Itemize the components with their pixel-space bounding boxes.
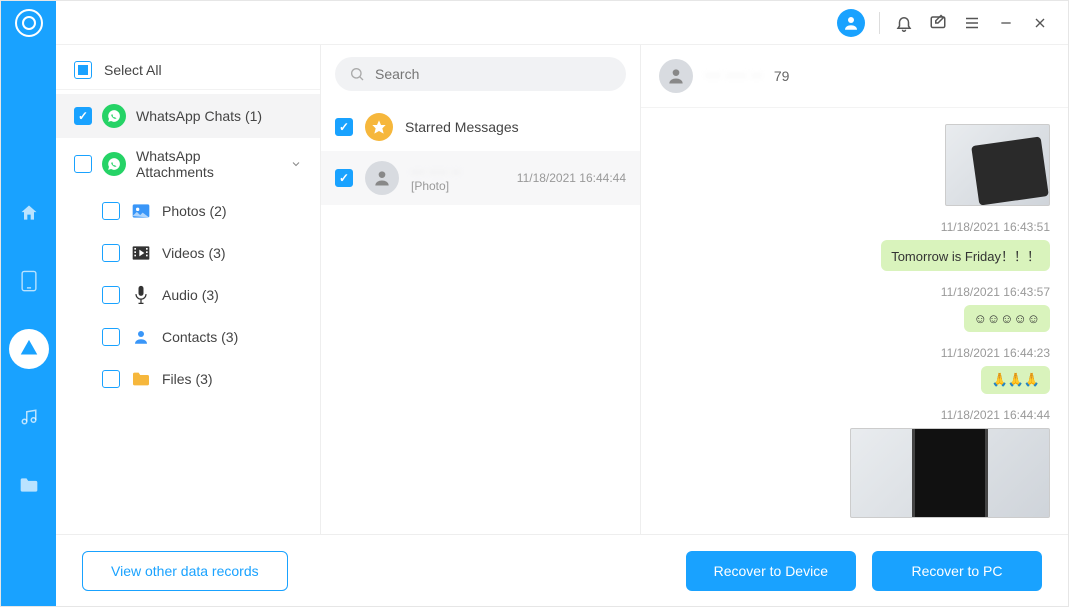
photos-label: Photos (2) <box>162 203 227 219</box>
contacts-checkbox[interactable] <box>102 328 120 346</box>
photos-checkbox[interactable] <box>102 202 120 220</box>
whatsapp-attachments-checkbox[interactable] <box>74 155 92 173</box>
account-icon[interactable] <box>837 9 865 37</box>
starred-checkbox[interactable] <box>335 118 353 136</box>
device-icon[interactable] <box>9 261 49 301</box>
sidebar-item-contacts[interactable]: Contacts (3) <box>56 316 320 358</box>
chat-messages: 11/18/2021 16:43:51 Tomorrow is Friday！！… <box>641 108 1068 534</box>
left-nav-rail <box>1 1 56 606</box>
app-window: Select All WhatsApp Chats (1) <box>0 0 1069 607</box>
photos-icon <box>130 200 152 222</box>
chat-avatar-icon <box>659 59 693 93</box>
music-icon[interactable] <box>9 397 49 437</box>
whatsapp-chats-checkbox[interactable] <box>74 107 92 125</box>
conversation-list-panel: Starred Messages ··· ···· ·· [Photo] 11/… <box>321 45 641 534</box>
app-logo-icon <box>15 9 43 37</box>
view-other-records-button[interactable]: View other data records <box>82 551 288 591</box>
folder-icon[interactable] <box>9 465 49 505</box>
message-list: Starred Messages ··· ···· ·· [Photo] 11/… <box>321 103 640 534</box>
titlebar-divider <box>879 12 880 34</box>
audio-checkbox[interactable] <box>102 286 120 304</box>
starred-label: Starred Messages <box>405 119 626 135</box>
videos-checkbox[interactable] <box>102 244 120 262</box>
files-folder-icon <box>130 368 152 390</box>
message-timestamp: 11/18/2021 16:43:51 <box>941 220 1050 234</box>
message-timestamp: 11/18/2021 16:43:57 <box>941 285 1050 299</box>
search-box[interactable] <box>335 57 626 91</box>
whatsapp-icon <box>102 104 126 128</box>
sidebar-item-photos[interactable]: Photos (2) <box>56 190 320 232</box>
chat-bubble: 🙏🙏🙏 <box>981 366 1050 394</box>
conversation-name: ··· ···· ·· <box>411 163 505 179</box>
search-input[interactable] <box>375 66 612 82</box>
chat-image-thumbnail[interactable] <box>945 124 1050 206</box>
list-item-starred[interactable]: Starred Messages <box>321 103 640 151</box>
sidebar-item-whatsapp-chats[interactable]: WhatsApp Chats (1) <box>56 94 320 138</box>
cloud-icon[interactable] <box>9 329 49 369</box>
message-timestamp: 11/18/2021 16:44:23 <box>941 346 1050 360</box>
conversation-timestamp: 11/18/2021 16:44:44 <box>517 171 626 185</box>
category-tree: WhatsApp Chats (1) WhatsApp Attachments <box>56 90 320 404</box>
select-all-label: Select All <box>104 62 162 78</box>
chat-panel: ··· ···· ·· 79 11/18/2021 16:43:51 Tomor… <box>641 45 1068 534</box>
microphone-icon <box>130 284 152 306</box>
contacts-label: Contacts (3) <box>162 329 238 345</box>
select-all-row[interactable]: Select All <box>56 51 320 90</box>
sidebar-item-whatsapp-attachments[interactable]: WhatsApp Attachments <box>56 138 320 190</box>
chat-bubble: Tomorrow is Friday！！！ <box>881 240 1050 271</box>
sidebar-item-audio[interactable]: Audio (3) <box>56 274 320 316</box>
chat-image-thumbnail[interactable] <box>850 428 1050 518</box>
chevron-down-icon <box>290 158 302 170</box>
chat-bubble: ☺☺☺☺☺ <box>964 305 1050 332</box>
files-checkbox[interactable] <box>102 370 120 388</box>
title-bar <box>56 1 1068 45</box>
files-label: Files (3) <box>162 371 213 387</box>
recover-to-device-button[interactable]: Recover to Device <box>686 551 856 591</box>
chat-header-name: ··· ···· ·· <box>705 67 762 85</box>
recover-to-pc-button[interactable]: Recover to PC <box>872 551 1042 591</box>
chat-header: ··· ···· ·· 79 <box>641 45 1068 108</box>
content-body: Select All WhatsApp Chats (1) <box>56 45 1068 534</box>
audio-label: Audio (3) <box>162 287 219 303</box>
minimize-icon[interactable] <box>996 13 1016 33</box>
feedback-icon[interactable] <box>928 13 948 33</box>
contacts-icon <box>130 326 152 348</box>
videos-icon <box>130 242 152 264</box>
star-icon <box>365 113 393 141</box>
select-all-checkbox[interactable] <box>74 61 92 79</box>
search-icon <box>349 66 365 82</box>
bell-icon[interactable] <box>894 13 914 33</box>
footer-bar: View other data records Recover to Devic… <box>56 534 1068 606</box>
list-item-conversation[interactable]: ··· ···· ·· [Photo] 11/18/2021 16:44:44 <box>321 151 640 205</box>
chat-header-suffix: 79 <box>774 68 790 84</box>
avatar-icon <box>365 161 399 195</box>
category-sidebar: Select All WhatsApp Chats (1) <box>56 45 321 534</box>
main-area: Select All WhatsApp Chats (1) <box>56 1 1068 606</box>
message-timestamp: 11/18/2021 16:44:44 <box>941 408 1050 422</box>
whatsapp-attachments-label: WhatsApp Attachments <box>136 148 280 180</box>
search-row <box>321 45 640 103</box>
home-icon[interactable] <box>9 193 49 233</box>
videos-label: Videos (3) <box>162 245 226 261</box>
conversation-preview: [Photo] <box>411 179 505 193</box>
whatsapp-chats-label: WhatsApp Chats (1) <box>136 108 262 124</box>
conversation-checkbox[interactable] <box>335 169 353 187</box>
whatsapp-icon <box>102 152 126 176</box>
menu-icon[interactable] <box>962 13 982 33</box>
sidebar-item-files[interactable]: Files (3) <box>56 358 320 400</box>
sidebar-item-videos[interactable]: Videos (3) <box>56 232 320 274</box>
close-icon[interactable] <box>1030 13 1050 33</box>
